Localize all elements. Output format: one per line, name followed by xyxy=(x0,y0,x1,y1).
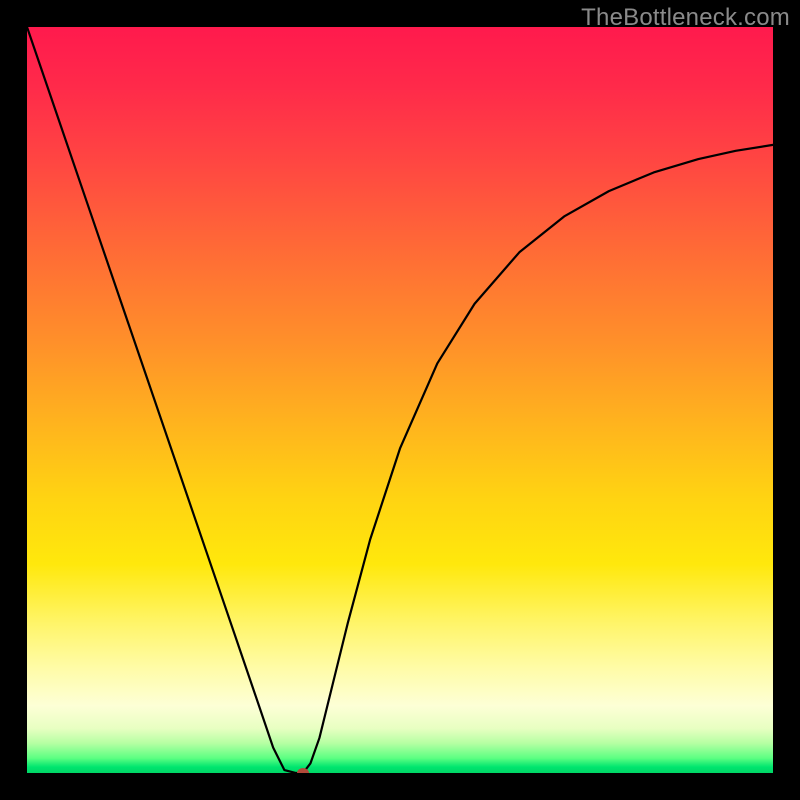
chart-background-gradient xyxy=(27,27,773,773)
chart-frame: TheBottleneck.com xyxy=(0,0,800,800)
